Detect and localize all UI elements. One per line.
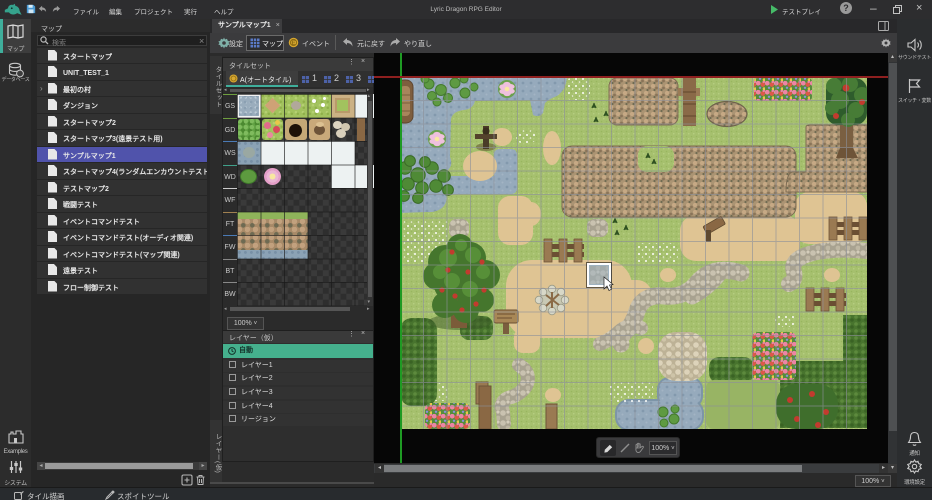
- svg-text:E: E: [291, 40, 296, 47]
